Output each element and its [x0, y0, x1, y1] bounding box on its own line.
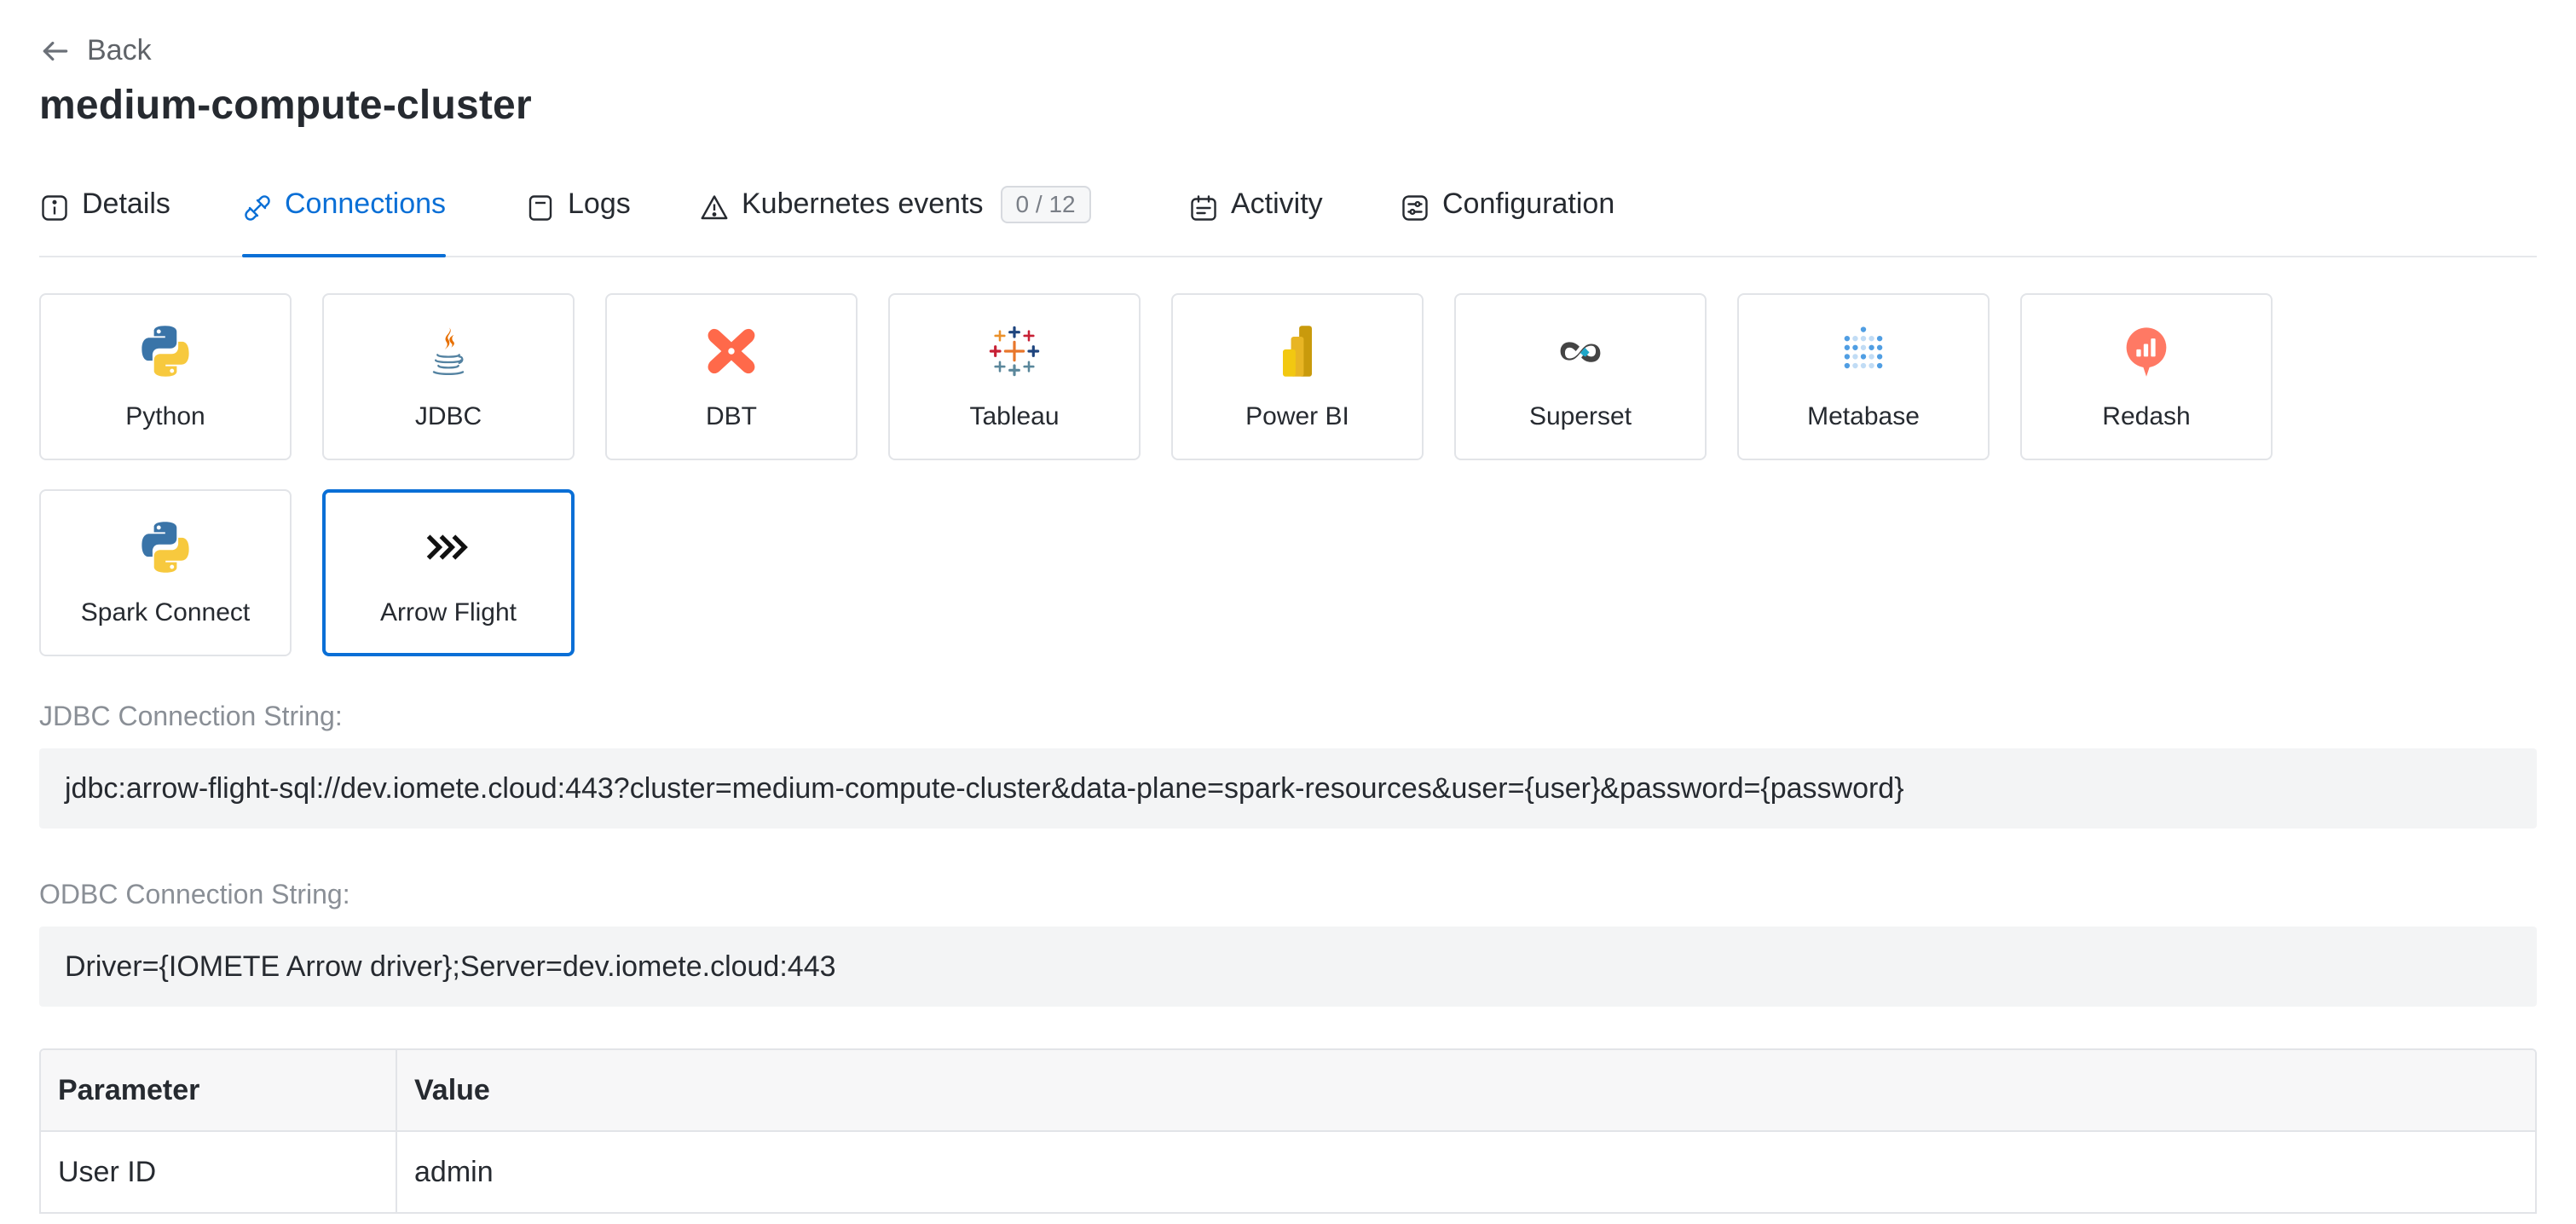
tab-connections[interactable]: Connections [242, 188, 447, 257]
tab-label: Logs [568, 188, 631, 220]
python-icon [142, 326, 189, 377]
tab-details[interactable]: Details [39, 188, 170, 256]
powerbi-icon [1283, 326, 1312, 377]
arrow-flight-icon [426, 534, 468, 560]
odbc-connection-label: ODBC Connection String: [39, 879, 350, 909]
connection-label: Metabase [1807, 402, 1920, 430]
connection-card-metabase[interactable]: Metabase [1737, 293, 1990, 460]
column-header-value: Value [414, 1073, 490, 1106]
connection-label: Tableau [969, 402, 1060, 430]
connection-label: Python [125, 402, 205, 430]
connection-label: Power BI [1245, 402, 1349, 430]
tab-kubernetes-events[interactable]: Kubernetes events 0 / 12 [699, 186, 1091, 256]
events-count-badge: 0 / 12 [1000, 186, 1091, 223]
tab-label: Kubernetes events [742, 188, 984, 220]
arrow-left-icon [43, 41, 68, 61]
table-row: User ID admin [41, 1132, 2535, 1214]
tab-bar: Details Connections Logs Kubernetes even… [39, 170, 2537, 257]
dbt-icon [708, 328, 755, 374]
tab-logs[interactable]: Logs [525, 188, 631, 256]
connection-label: Arrow Flight [379, 598, 517, 626]
configuration-icon [1402, 195, 1428, 221]
odbc-connection-string[interactable]: Driver={IOMETE Arrow driver};Server=dev.… [39, 927, 2537, 1007]
warning-icon [701, 195, 728, 220]
jdbc-connection-label: JDBC Connection String: [39, 701, 343, 731]
connection-card-power-bi[interactable]: Power BI [1171, 293, 1424, 460]
parameters-table: Parameter Value User ID admin [39, 1048, 2537, 1214]
connection-label: JDBC [414, 402, 482, 430]
page-title: medium-compute-cluster [39, 83, 532, 128]
column-header-parameter: Parameter [41, 1050, 397, 1130]
connection-label: Superset [1528, 402, 1632, 430]
connection-card-python[interactable]: Python [39, 293, 292, 460]
odbc-connection-value: Driver={IOMETE Arrow driver};Server=dev.… [65, 950, 836, 983]
parameter-cell: User ID [41, 1132, 397, 1212]
connection-card-tableau[interactable]: Tableau [888, 293, 1141, 460]
tab-label: Activity [1231, 188, 1323, 220]
connection-card-spark-connect[interactable]: Spark Connect [39, 489, 292, 656]
tab-label: Configuration [1442, 188, 1615, 220]
java-icon [432, 327, 465, 375]
python-icon [142, 522, 189, 573]
tab-configuration[interactable]: Configuration [1400, 188, 1614, 256]
table-header-row: Parameter Value [41, 1050, 2535, 1132]
redash-icon [2126, 327, 2167, 377]
connection-label: DBT [706, 402, 757, 430]
link-icon [245, 195, 270, 221]
connection-card-redash[interactable]: Redash [2020, 293, 2273, 460]
jdbc-connection-string[interactable]: jdbc:arrow-flight-sql://dev.iomete.cloud… [39, 748, 2537, 829]
connection-label: Redash [2102, 402, 2191, 430]
logs-icon [528, 195, 552, 221]
page: Back medium-compute-cluster Details Conn… [0, 0, 2576, 1224]
back-link[interactable]: Back [39, 34, 152, 67]
tab-activity[interactable]: Activity [1188, 188, 1323, 256]
connection-card-jdbc[interactable]: JDBC [322, 293, 575, 460]
jdbc-connection-value: jdbc:arrow-flight-sql://dev.iomete.cloud… [65, 771, 1904, 805]
info-icon [42, 195, 67, 221]
tab-label: Details [82, 188, 170, 220]
activity-icon [1191, 195, 1216, 221]
connection-card-arrow-flight[interactable]: Arrow Flight [322, 489, 575, 656]
superset-icon [1560, 342, 1601, 362]
metabase-icon [1844, 326, 1883, 369]
connection-card-dbt[interactable]: DBT [605, 293, 858, 460]
value-cell[interactable]: admin [397, 1132, 2535, 1212]
connection-card-superset[interactable]: Superset [1454, 293, 1707, 460]
back-label: Back [87, 34, 152, 66]
tableau-icon [989, 326, 1040, 377]
connection-label: Spark Connect [80, 598, 251, 626]
tab-label: Connections [285, 188, 447, 220]
